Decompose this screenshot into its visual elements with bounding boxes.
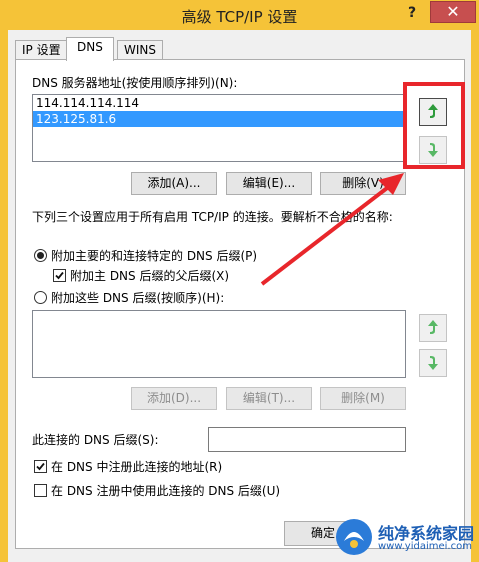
watermark: 纯净系统家园 www.yidaimei.com xyxy=(330,512,479,562)
watermark-url: www.yidaimei.com xyxy=(378,541,472,552)
dialog-window: 高级 TCP/IP 设置 ? ✕ IP 设置 DNS WINS DNS 服务器地… xyxy=(0,0,479,562)
annotation-highlight-box xyxy=(403,82,465,169)
tab-dns[interactable]: DNS xyxy=(66,37,114,61)
watermark-logo-icon xyxy=(336,519,372,555)
